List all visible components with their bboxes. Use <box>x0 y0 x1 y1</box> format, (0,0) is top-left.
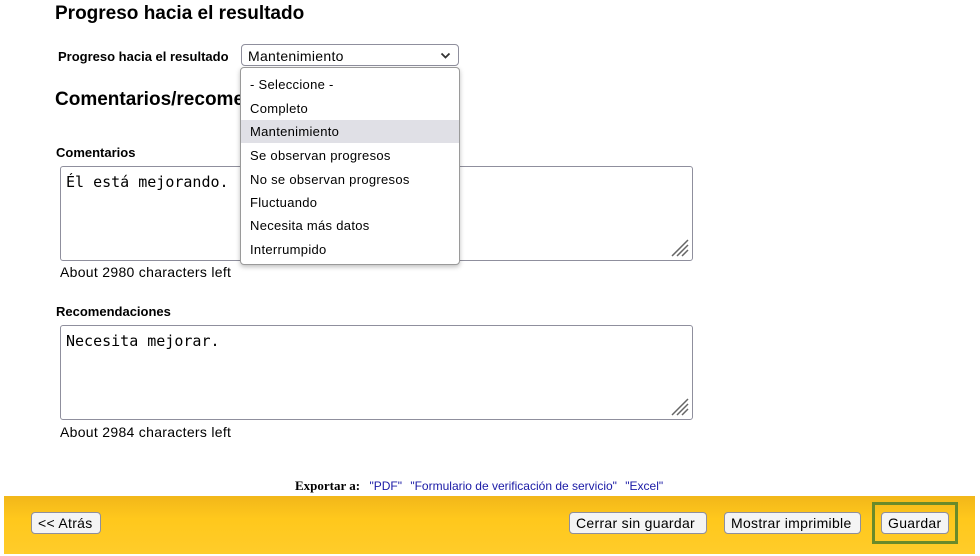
section-title-comments: Comentarios/recomendaciones <box>55 89 245 110</box>
recommendations-label: Recomendaciones <box>56 304 171 319</box>
option-fluctuando[interactable]: Fluctuando <box>241 191 459 214</box>
option-no-se-observan-progresos[interactable]: No se observan progresos <box>241 168 459 191</box>
resize-handle-icon[interactable] <box>668 236 690 258</box>
chevron-down-icon <box>440 52 451 59</box>
recommendations-textarea[interactable]: Necesita mejorar. <box>60 325 693 420</box>
resize-handle-icon[interactable] <box>668 395 690 417</box>
export-service-form-link[interactable]: "Formulario de verificación de servicio" <box>410 479 617 493</box>
back-button[interactable]: << Atrás <box>31 512 101 534</box>
progress-select-value: Mantenimiento <box>248 48 344 64</box>
recommendations-char-counter: About 2984 characters left <box>60 424 232 440</box>
export-excel-link[interactable]: "Excel" <box>625 479 663 493</box>
save-button[interactable]: Guardar <box>881 512 949 534</box>
progress-select[interactable]: Mantenimiento <box>241 44 459 66</box>
comments-text: Él está mejorando. <box>66 173 229 191</box>
comments-char-counter: About 2980 characters left <box>60 264 232 280</box>
close-without-saving-button[interactable]: Cerrar sin guardar <box>569 512 707 534</box>
recommendations-text: Necesita mejorar. <box>66 332 220 350</box>
option-interrumpido[interactable]: Interrumpido <box>241 238 459 261</box>
option-select[interactable]: - Seleccione - <box>241 73 459 96</box>
option-mantenimiento[interactable]: Mantenimiento <box>241 120 459 143</box>
option-necesita-mas-datos[interactable]: Necesita más datos <box>241 214 459 237</box>
export-bar: Exportar a: "PDF" "Formulario de verific… <box>295 478 668 494</box>
option-se-observan-progresos[interactable]: Se observan progresos <box>241 144 459 167</box>
option-completo[interactable]: Completo <box>241 97 459 120</box>
export-label: Exportar a: <box>295 478 361 493</box>
section-title-progress: Progreso hacia el resultado <box>55 3 305 24</box>
comments-label: Comentarios <box>56 145 136 160</box>
footer-action-bar: << Atrás Cerrar sin guardar Mostrar impr… <box>4 496 975 554</box>
show-printable-button[interactable]: Mostrar imprimible <box>724 512 861 534</box>
progress-dropdown-list: - Seleccione - Completo Mantenimiento Se… <box>240 67 460 265</box>
export-pdf-link[interactable]: "PDF" <box>369 479 402 493</box>
progress-field-label: Progreso hacia el resultado <box>58 49 229 64</box>
